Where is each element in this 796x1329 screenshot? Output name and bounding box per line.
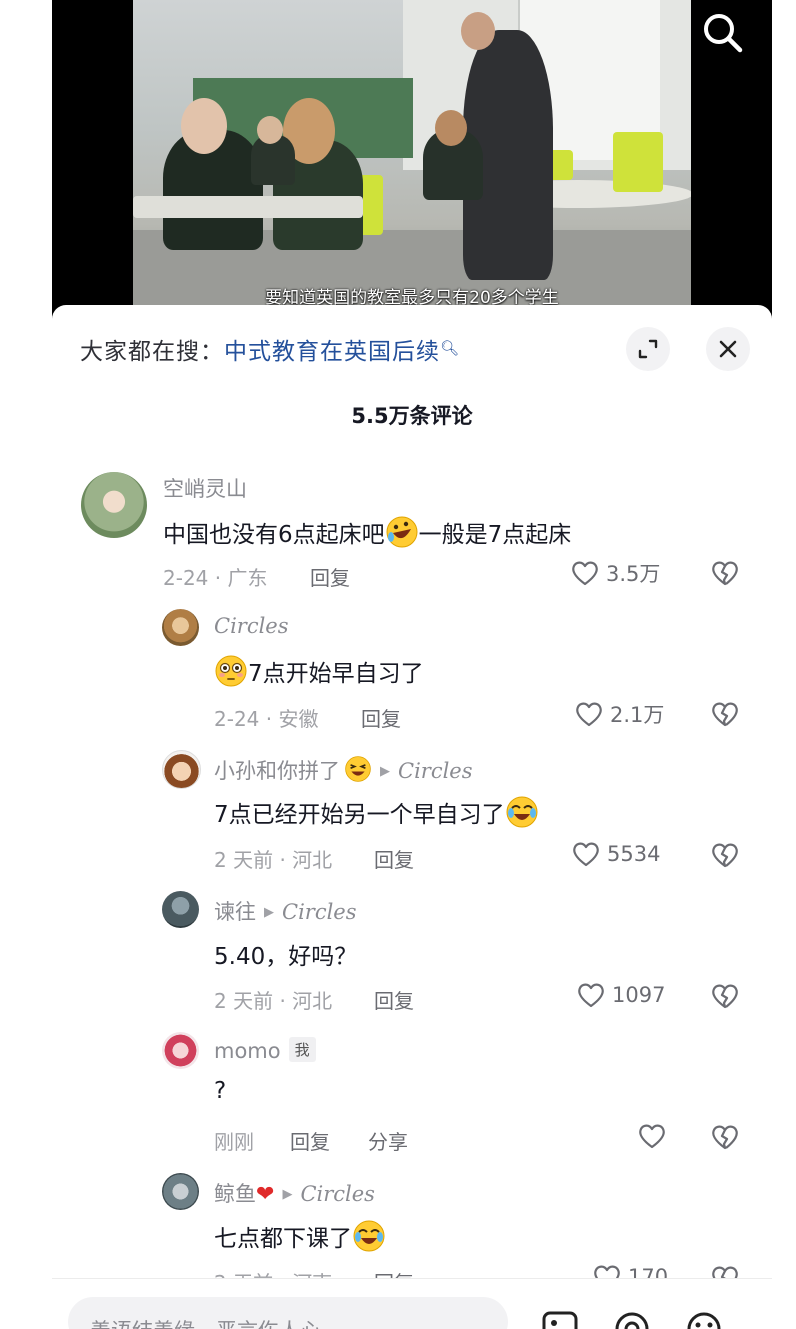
search-icon [704, 14, 743, 53]
comment-text: 七点都下课了 [214, 1219, 386, 1253]
close-icon [719, 340, 737, 358]
like-count: 2.1万 [610, 703, 665, 727]
mention-icon[interactable] [612, 1309, 652, 1329]
comment-text: 7点开始早自习了 [214, 654, 424, 688]
crying-laughing-emoji-icon [353, 1220, 385, 1252]
like-button[interactable]: 5534 [571, 840, 660, 868]
heart-outline-icon [578, 983, 604, 1008]
reply-button[interactable]: 回复 [290, 1126, 330, 1155]
broken-heart-icon [712, 1125, 738, 1150]
laughing-emoji-icon [345, 756, 371, 782]
crying-laughing-emoji-icon [506, 796, 538, 828]
heart-outline-icon [639, 1124, 665, 1149]
me-badge: 我 [288, 1037, 316, 1062]
reply-button[interactable]: 回复 [374, 985, 414, 1014]
comment-input[interactable]: 善语结善缘，恶言伤人心 [68, 1297, 508, 1329]
video-frame [133, 0, 691, 320]
like-count: 1097 [612, 983, 666, 1007]
comment-username[interactable]: 空峭灵山 [163, 473, 247, 503]
expand-icon [638, 339, 658, 359]
share-button[interactable]: 分享 [368, 1126, 408, 1155]
comment-text: ? [214, 1078, 227, 1104]
comment-text: 中国也没有6点起床吧 一般是7点起床 [163, 515, 571, 549]
comment-input-placeholder: 善语结善缘，恶言伤人心 [90, 1315, 321, 1329]
heart-outline-icon [573, 842, 599, 867]
heart-outline-icon [576, 702, 602, 727]
search-button[interactable] [700, 10, 746, 56]
dislike-button[interactable] [710, 1123, 740, 1155]
broken-heart-icon [712, 984, 738, 1009]
like-button[interactable]: 1097 [576, 981, 665, 1009]
flushed-emoji-icon [215, 655, 247, 687]
avatar[interactable] [162, 891, 199, 928]
comment-username[interactable]: 谏往 ▶ Circles [214, 896, 357, 926]
dislike-button[interactable] [710, 700, 740, 732]
avatar[interactable] [162, 750, 201, 789]
comment-meta: 2-24 · 安徽 [214, 707, 319, 731]
comment-sheet: 大家都在搜：中式教育在英国后续🔍︎ 5.5万条评论 空峭灵山 中国也没有6点起床… [52, 305, 772, 1329]
reply-button[interactable]: 回复 [310, 562, 350, 591]
search-small-icon: 🔍︎ [440, 339, 461, 357]
emoji-icon[interactable] [684, 1309, 724, 1329]
broken-heart-icon [712, 843, 738, 868]
comment-meta: 2 天前 · 河北 [214, 989, 333, 1013]
avatar[interactable] [162, 1032, 199, 1069]
rofl-emoji-icon [386, 516, 418, 548]
heart-outline-icon [572, 561, 598, 586]
reply-button[interactable]: 回复 [361, 703, 401, 732]
comment-username[interactable]: 小孙和你拼了 ▶ Circles [214, 755, 473, 785]
reply-button[interactable]: 回复 [374, 844, 414, 873]
dislike-button[interactable] [710, 559, 740, 591]
comment-text: 5.40，好吗？ [214, 944, 358, 970]
like-count: 3.5万 [606, 562, 661, 586]
dislike-button[interactable] [710, 982, 740, 1014]
broken-heart-icon [712, 561, 738, 586]
expand-button[interactable] [626, 327, 670, 371]
hot-search-prefix: 大家都在搜： [80, 339, 224, 365]
broken-heart-icon [712, 702, 738, 727]
red-heart-icon: ❤ [256, 1182, 275, 1207]
comment-count: 5.5万条评论 [351, 404, 473, 428]
comment-meta: 2 天前 · 河北 [214, 848, 333, 872]
video-player[interactable]: 要知道英国的教室最多只有20多个学生 [52, 0, 772, 320]
avatar[interactable] [81, 472, 147, 538]
like-count: 5534 [607, 842, 661, 866]
hot-search-banner[interactable]: 大家都在搜：中式教育在英国后续🔍︎ [80, 332, 460, 366]
like-button[interactable] [637, 1122, 673, 1150]
hot-search-link[interactable]: 中式教育在英国后续 [224, 339, 440, 365]
comment-username[interactable]: momo 我 [214, 1037, 316, 1063]
like-button[interactable]: 2.1万 [574, 699, 664, 729]
avatar[interactable] [162, 1173, 199, 1210]
image-icon[interactable] [540, 1309, 580, 1329]
comment-meta: 2-24 · 广东 [163, 566, 268, 590]
app-frame: 要知道英国的教室最多只有20多个学生 大家都在搜：中式教育在英国后续🔍︎ 5.5 [52, 0, 772, 1329]
avatar[interactable] [162, 609, 199, 646]
like-button[interactable]: 3.5万 [570, 558, 660, 588]
comment-composer: 善语结善缘，恶言伤人心 [52, 1278, 772, 1329]
comment-meta: 刚刚 [214, 1130, 254, 1154]
comment-username[interactable]: Circles [214, 614, 289, 638]
dislike-button[interactable] [710, 841, 740, 873]
comment-username[interactable]: 鲸鱼❤ ▶ Circles [214, 1178, 375, 1208]
comment-text: 7点已经开始另一个早自习了 [214, 795, 539, 829]
close-button[interactable] [706, 327, 750, 371]
